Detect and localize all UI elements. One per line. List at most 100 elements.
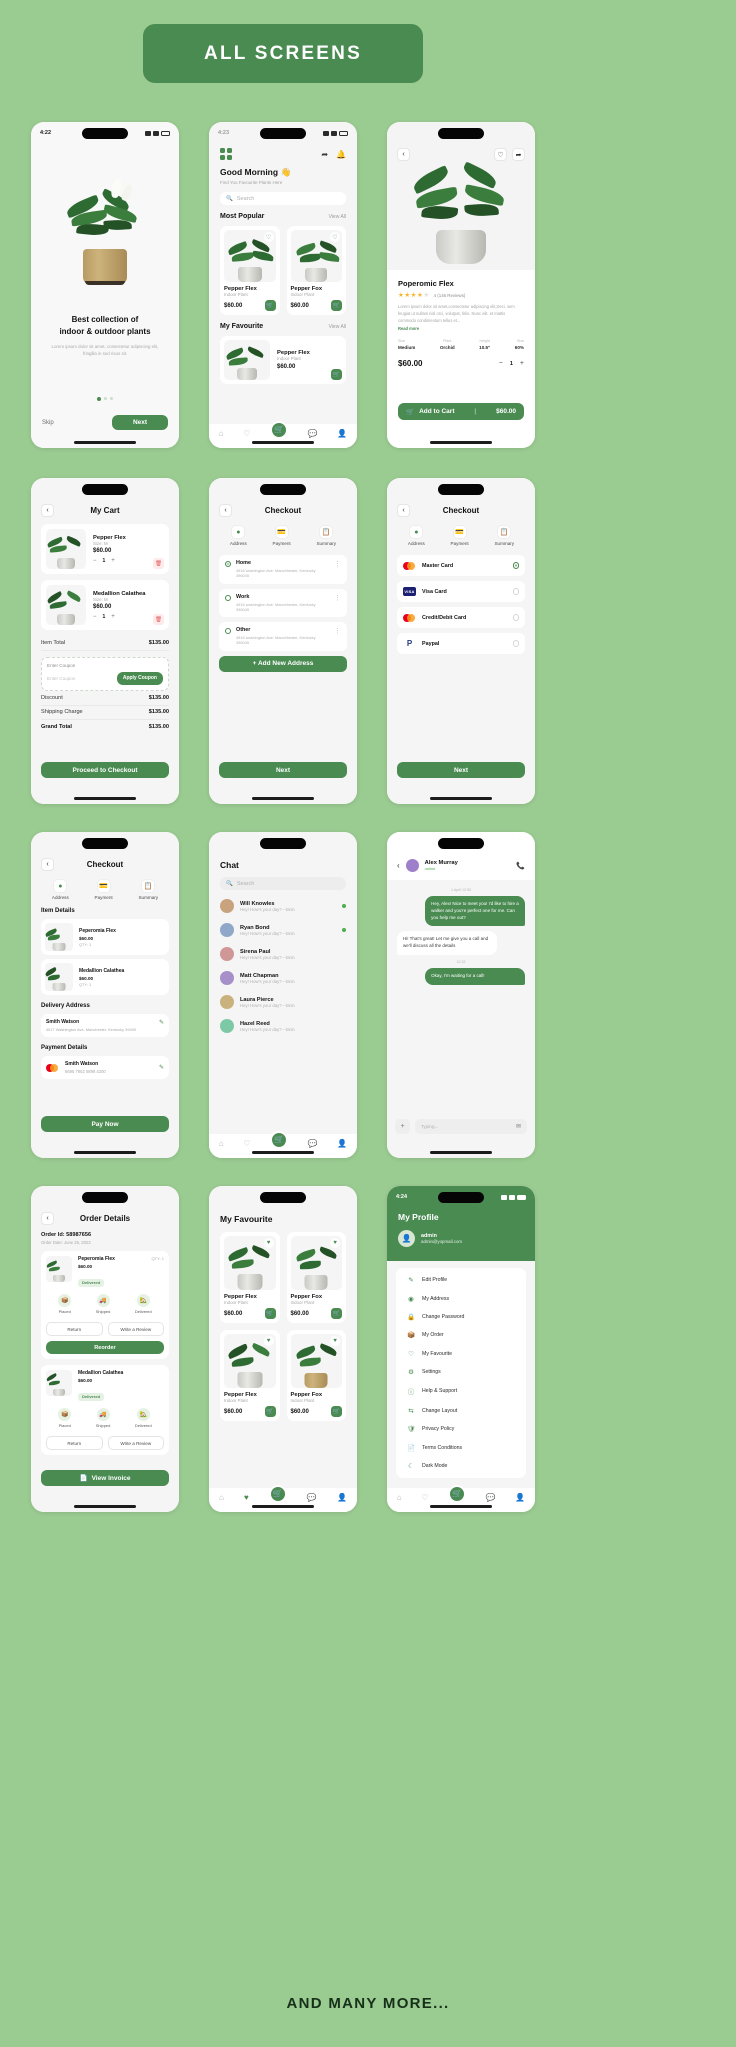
product-card[interactable]: Pepper Flex Indoor Plant $60.00 🛒 (220, 336, 346, 384)
payment-radio[interactable] (512, 562, 519, 569)
payment-radio[interactable] (512, 588, 519, 595)
back-button[interactable]: ‹ (41, 504, 54, 517)
reorder-button[interactable]: Reorder (46, 1341, 164, 1354)
pay-now-button[interactable]: Pay Now (41, 1116, 169, 1132)
favourite-icon[interactable]: ♥ (263, 1238, 274, 1248)
edit-icon[interactable]: ✎ (159, 1019, 164, 1032)
view-invoice-button[interactable]: 📄 View Invoice (41, 1470, 169, 1486)
chat-list-item[interactable]: Ryan Bond Hey! How's your day? - 5min (220, 918, 346, 942)
tab-chat[interactable]: 💬 (308, 1139, 318, 1148)
tab-home[interactable]: ⌂ (219, 1493, 224, 1502)
address-radio[interactable] (225, 628, 231, 635)
address-option[interactable]: Other 4516 washington Ave. Manchhester, … (219, 622, 347, 651)
search-input[interactable]: 🔍 Search (220, 192, 346, 205)
product-card[interactable]: ♥ Pepper Fox Indoor Plant $60.00 🛒 (286, 1330, 346, 1421)
tab-favourite[interactable]: ♥ (244, 1493, 249, 1502)
bell-icon[interactable]: 🔔 (336, 150, 346, 159)
tab-favourite[interactable]: ♡ (243, 429, 250, 438)
quantity-stepper[interactable]: − 1 + (499, 360, 524, 367)
favourite-icon[interactable]: ♡ (330, 232, 340, 242)
product-card[interactable]: ♥ Pepper Fox Indoor Plant $60.00 🛒 (286, 1232, 346, 1323)
step-address[interactable]: ● Address (230, 525, 247, 546)
step-summary[interactable]: 📋 Summary (494, 525, 514, 546)
payment-radio[interactable] (512, 614, 519, 621)
favourite-icon[interactable]: ♡ (263, 232, 274, 242)
chat-list-item[interactable]: Sirena Paul Hey! How's your day? - 5min (220, 942, 346, 966)
apply-coupon-button[interactable]: Apply Coupon (116, 671, 163, 685)
back-button[interactable]: ‹ (397, 504, 410, 517)
step-payment[interactable]: 💳 Payment (273, 525, 291, 546)
qty-increment[interactable]: + (111, 558, 115, 564)
step-summary[interactable]: 📋 Summary (316, 525, 336, 546)
step-summary[interactable]: 📋 Summary (138, 879, 158, 900)
more-options-icon[interactable]: ⋮ (334, 627, 341, 635)
payment-method[interactable]: P Paypal (397, 633, 525, 654)
chat-list-item[interactable]: Will Knowles Hey! How's your day? - 5min (220, 894, 346, 918)
tab-profile[interactable]: 👤 (337, 1493, 347, 1502)
payment-method[interactable]: Master Card (397, 555, 525, 576)
product-card[interactable]: ♥ Pepper Flex Indoor Plant $60.00 🛒 (220, 1232, 280, 1323)
write-review-button[interactable]: Write a Review (107, 1322, 164, 1336)
address-option[interactable]: Work 4516 washington Ave. Manchhester, K… (219, 588, 347, 618)
view-all-link[interactable]: View All (329, 214, 346, 220)
back-button[interactable]: ‹ (219, 504, 232, 517)
grid-menu-icon[interactable] (220, 148, 232, 160)
menu-item-dark-mode[interactable]: ☾ Dark Mode (396, 1457, 526, 1475)
tab-cart[interactable]: 🛒 (448, 1484, 467, 1503)
tab-chat[interactable]: 💬 (307, 1493, 317, 1502)
next-button[interactable]: Next (397, 762, 525, 778)
tab-profile[interactable]: 👤 (337, 429, 347, 438)
menu-item-terms-conditions[interactable]: 📄 Terms Conditions (396, 1438, 526, 1456)
next-button[interactable]: Next (112, 415, 168, 430)
more-options-icon[interactable]: ⋮ (334, 560, 341, 568)
favourite-icon[interactable]: ♡ (494, 148, 507, 161)
step-payment[interactable]: 💳 Payment (95, 879, 113, 900)
qty-decrement[interactable]: − (93, 558, 97, 564)
chat-list-item[interactable]: Hazel Reed Hey! How's your day? - 5min (220, 1014, 346, 1038)
proceed-to-checkout-button[interactable]: Proceed to Checkout (41, 762, 169, 778)
tab-cart[interactable]: 🛒 (270, 1130, 289, 1149)
payment-method[interactable]: Credit/Debit Card (397, 607, 525, 628)
send-icon[interactable]: ✉ (516, 1123, 521, 1130)
tab-chat[interactable]: 💬 (308, 429, 318, 438)
attach-icon[interactable]: + (395, 1119, 410, 1134)
payment-radio[interactable] (512, 640, 519, 647)
qty-increment[interactable]: + (520, 360, 524, 367)
qty-decrement[interactable]: − (499, 360, 503, 367)
view-all-link[interactable]: View All (329, 324, 346, 330)
step-address[interactable]: ● Address (408, 525, 425, 546)
address-option[interactable]: Home 4516 washington Ave. Manchhester, K… (219, 555, 347, 584)
favourite-icon[interactable]: ♥ (330, 1336, 340, 1346)
payment-method[interactable]: VISA Visa Card (397, 581, 525, 602)
address-radio[interactable] (225, 561, 231, 567)
step-payment[interactable]: 💳 Payment (451, 525, 469, 546)
skip-button[interactable]: Skip (42, 420, 54, 426)
back-button[interactable]: ‹ (397, 148, 410, 161)
step-address[interactable]: ● Address (52, 879, 69, 900)
tab-home[interactable]: ⌂ (219, 429, 224, 438)
menu-item-my-favourite[interactable]: ♡ My Favourite (396, 1345, 526, 1363)
share-icon[interactable]: ➦ (321, 150, 328, 159)
add-to-cart-button[interactable]: 🛒 Add to Cart | $60.00 (398, 403, 524, 420)
read-more-link[interactable]: Read more (398, 326, 524, 331)
add-to-cart-icon[interactable]: 🛒 (331, 369, 342, 380)
menu-item-privacy-policy[interactable]: 🛡 Privacy Policy (396, 1420, 526, 1438)
call-icon[interactable]: 📞 (516, 862, 525, 870)
add-to-cart-icon[interactable]: 🛒 (331, 300, 342, 311)
back-button[interactable]: ‹ (41, 1212, 54, 1225)
edit-icon[interactable]: ✎ (159, 1064, 164, 1071)
delete-icon[interactable]: 🗑 (153, 558, 164, 569)
add-new-address-button[interactable]: + Add New Address (219, 655, 347, 672)
dot-1[interactable] (96, 397, 101, 401)
tab-favourite[interactable]: ♡ (243, 1139, 250, 1148)
return-button[interactable]: Return (46, 1322, 103, 1336)
product-card[interactable]: ♥ Pepper Flex Indoor Plant $60.00 🛒 (220, 1330, 280, 1421)
tab-home[interactable]: ⌂ (219, 1139, 224, 1148)
favourite-icon[interactable]: ♥ (263, 1336, 274, 1346)
add-to-cart-icon[interactable]: 🛒 (331, 1308, 342, 1319)
chat-list-item[interactable]: Laura Pierce Hey! How's your day? - 5min (220, 990, 346, 1014)
menu-item-change-layout[interactable]: ⇆ Change Layout (396, 1402, 526, 1420)
product-card[interactable]: ♡ Pepper Fox Indoor Plant $60.00 🛒 (286, 226, 346, 315)
tab-home[interactable]: ⌂ (397, 1493, 402, 1502)
message-input[interactable]: Typing... ✉ (415, 1119, 527, 1134)
